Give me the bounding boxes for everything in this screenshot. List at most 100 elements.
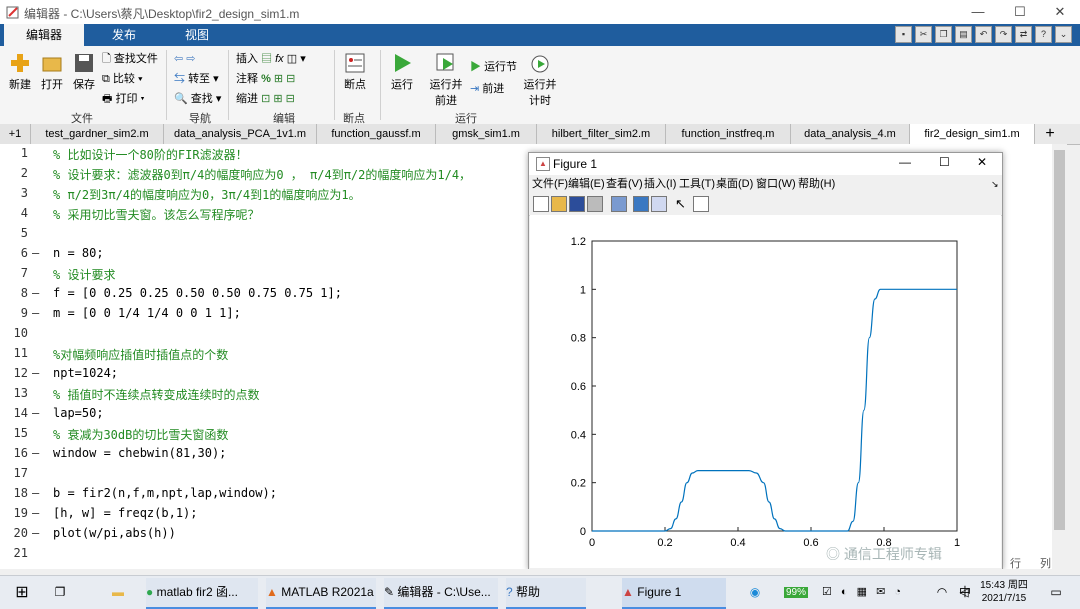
tab-publish[interactable]: 发布 (86, 24, 162, 46)
code-line[interactable]: % π/2到3π/4的幅度响应为0，3π/4到1的幅度响应为1。 (53, 186, 361, 203)
taskbar-item-matlab[interactable]: ▲ MATLAB R2021a (266, 578, 376, 609)
code-line[interactable]: [h, w] = freqz(b,1); (53, 506, 198, 520)
switch-window-icon[interactable]: ⇄ (1015, 26, 1032, 43)
find-button[interactable]: 🔍 查找 ▾ (174, 92, 221, 106)
tab-overflow-count[interactable]: +1 (0, 124, 31, 144)
menu-help[interactable]: 帮助(H) (798, 177, 835, 191)
tab-editor[interactable]: 编辑器 (4, 24, 84, 46)
breakpoint-marker[interactable]: — (32, 306, 44, 320)
menu-window[interactable]: 窗口(W) (756, 177, 796, 191)
breakpoint-marker[interactable]: — (32, 526, 44, 540)
file-tab[interactable]: data_analysis_4.m (791, 124, 910, 144)
breakpoint-marker[interactable]: — (32, 506, 44, 520)
wifi-icon[interactable]: ◠ (930, 578, 954, 607)
help-icon[interactable]: ? (1035, 26, 1052, 43)
new-button[interactable]: 新建 (6, 52, 34, 92)
undo-icon[interactable]: ↶ (975, 26, 992, 43)
cut-icon[interactable]: ✂ (915, 26, 932, 43)
print-figure-icon[interactable] (587, 196, 603, 212)
print-button[interactable]: 🖶 打印 ▾ (102, 92, 145, 106)
compare-button[interactable]: ⧉ 比较 ▾ (102, 72, 143, 86)
close-icon[interactable]: ✕ (1040, 2, 1080, 22)
breakpoint-marker[interactable]: — (32, 366, 44, 380)
open-file-icon[interactable] (551, 196, 567, 212)
menu-insert[interactable]: 插入(I) (644, 177, 676, 191)
open-button[interactable]: 打开 (38, 52, 66, 92)
tray-icons[interactable]: ☑ ◐ ▦ ✉ ◔ (822, 578, 932, 607)
legend-icon[interactable] (651, 196, 667, 212)
clock[interactable]: 15:43 周四 2021/7/15 (978, 579, 1030, 605)
code-line[interactable]: n = 80; (53, 246, 104, 260)
edge-browser-icon[interactable]: ◉ (744, 578, 766, 607)
battery-indicator[interactable]: 99% (784, 578, 814, 607)
minimize-icon[interactable]: — (958, 2, 998, 22)
code-line[interactable]: f = [0 0.25 0.25 0.50 0.50 0.75 0.75 1]; (53, 286, 342, 300)
comment-button[interactable]: 注释 % ⊞ ⊟ (236, 72, 295, 86)
taskbar-item-browser[interactable]: ● matlab fir2 函... (146, 578, 258, 609)
menu-file[interactable]: 文件(F) (532, 177, 568, 191)
indent-button[interactable]: 缩进 ⊡ ⊞ ⊟ (236, 92, 295, 106)
windows-start-icon[interactable]: ⊞ (10, 578, 34, 607)
save-button[interactable]: 保存 (70, 52, 98, 92)
maximize-icon[interactable]: ☐ (1000, 2, 1040, 22)
back-forward-icons[interactable]: ⇦ ⇨ (174, 52, 196, 66)
ime-indicator[interactable]: 中 (958, 578, 972, 607)
figure-maximize-icon[interactable]: ☐ (939, 155, 950, 169)
menu-tools[interactable]: 工具(T) (679, 177, 715, 191)
run-and-advance-button[interactable]: 运行并 前进 (428, 52, 464, 108)
taskbar-item-help[interactable]: ? 帮助 (506, 578, 586, 609)
file-tab[interactable]: data_analysis_PCA_1v1.m (164, 124, 317, 144)
property-inspector-icon[interactable] (693, 196, 709, 212)
breakpoint-marker[interactable]: — (32, 286, 44, 300)
figure-window[interactable]: ▲ Figure 1 — ☐ ✕ 文件(F) 编辑(E) 查看(V) 插入(I)… (528, 152, 1003, 570)
code-line[interactable]: %对幅频响应插值时插值点的个数 (53, 346, 228, 363)
taskbar-item-figure[interactable]: ▲ Figure 1 (622, 578, 726, 609)
notification-icon[interactable]: ▭ (1044, 578, 1068, 607)
code-line[interactable]: b = fir2(n,f,m,npt,lap,window); (53, 486, 277, 500)
code-line[interactable]: window = chebwin(81,30); (53, 446, 226, 460)
colorbar-icon[interactable] (633, 196, 649, 212)
save-figure-icon[interactable] (569, 196, 585, 212)
tab-view[interactable]: 视图 (164, 24, 230, 46)
run-and-time-button[interactable]: 运行并 计时 (522, 52, 558, 108)
figure-minimize-icon[interactable]: — (899, 155, 911, 169)
code-line[interactable]: npt=1024; (53, 366, 118, 380)
menu-dock-icon[interactable]: ↘ (991, 177, 999, 191)
copy-icon[interactable]: ❐ (935, 26, 952, 43)
code-line[interactable]: m = [0 0 1/4 1/4 0 0 1 1]; (53, 306, 241, 320)
figure-close-icon[interactable]: ✕ (977, 155, 987, 169)
paste-icon[interactable]: ▤ (955, 26, 972, 43)
editor-scroll-thumb[interactable] (1054, 150, 1065, 530)
code-line[interactable]: % 设计要求 (53, 266, 115, 283)
breakpoint-marker[interactable]: — (32, 406, 44, 420)
menu-desktop[interactable]: 桌面(D) (716, 177, 753, 191)
code-line[interactable]: % 比如设计一个80阶的FIR滤波器！ (53, 146, 248, 163)
file-tab[interactable]: hilbert_filter_sim2.m (537, 124, 666, 144)
add-tab-icon[interactable]: + (1040, 124, 1060, 144)
redo-icon[interactable]: ↷ (995, 26, 1012, 43)
run-button[interactable]: 运行 (386, 52, 418, 92)
goto-button[interactable]: ⇆ 转至 ▾ (174, 72, 219, 86)
breakpoint-marker[interactable]: — (32, 246, 44, 260)
advance-button[interactable]: ⇥ 前进 (470, 82, 504, 96)
file-tab-active[interactable]: fir2_design_sim1.m (910, 124, 1035, 144)
code-line[interactable]: % 衰减为30dB的切比雪夫窗函数 (53, 426, 228, 443)
task-view-icon[interactable]: ❐ (48, 578, 72, 607)
save-icon[interactable]: ▪ (895, 26, 912, 43)
run-section-button[interactable]: ▶ 运行节 (470, 60, 517, 74)
file-tab[interactable]: function_instfreq.m (666, 124, 791, 144)
code-line[interactable]: plot(w/pi,abs(h)) (53, 526, 176, 540)
find-files-button[interactable]: 🗋 查找文件 (102, 52, 158, 66)
link-plot-icon[interactable] (611, 196, 627, 212)
menu-edit[interactable]: 编辑(E) (568, 177, 605, 191)
code-line[interactable]: lap=50; (53, 406, 104, 420)
file-tab[interactable]: gmsk_sim1.m (436, 124, 537, 144)
menu-view[interactable]: 查看(V) (606, 177, 643, 191)
code-line[interactable]: % 采用切比雪夫窗。该怎么写程序呢？ (53, 206, 259, 223)
file-tab[interactable]: function_gaussf.m (317, 124, 436, 144)
breakpoint-marker[interactable]: — (32, 446, 44, 460)
file-explorer-icon[interactable]: ▬ (106, 578, 130, 607)
breakpoint-marker[interactable]: — (32, 486, 44, 500)
code-line[interactable]: % 设计要求：滤波器0到π/4的幅度响应为0 ， π/4到π/2的幅度响应为1/… (53, 166, 471, 183)
expand-icon[interactable]: ⌄ (1055, 26, 1072, 43)
